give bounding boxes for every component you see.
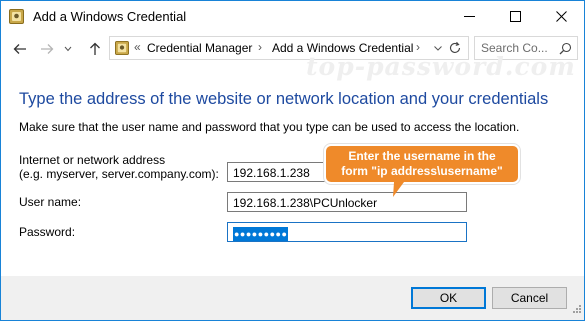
credential-manager-icon — [9, 9, 24, 24]
instruction-text: Make sure that the user name and passwor… — [19, 120, 520, 134]
up-button[interactable] — [85, 39, 105, 59]
password-label: Password: — [19, 225, 76, 239]
address-label-line2: (e.g. myserver, server.company.com): — [19, 167, 219, 181]
breadcrumb-overflow[interactable]: « — [134, 40, 141, 54]
callout-line1: Enter the username in the — [348, 149, 496, 163]
address-label-line1: Internet or network address — [19, 153, 166, 167]
callout-line2: form "ip address\username" — [341, 164, 503, 178]
resize-grip-icon[interactable] — [570, 304, 582, 316]
credential-dialog-window: Add a Windows Credential « Credential Ma… — [0, 0, 585, 321]
page-title: Type the address of the website or netwo… — [19, 90, 549, 108]
close-icon — [555, 11, 567, 22]
back-arrow-icon — [13, 44, 26, 54]
close-button[interactable] — [538, 1, 584, 32]
back-button[interactable] — [10, 39, 30, 59]
forward-button[interactable] — [37, 39, 57, 59]
maximize-button[interactable] — [492, 1, 538, 32]
window-title: Add a Windows Credential — [33, 9, 187, 24]
maximize-icon — [509, 11, 521, 22]
breadcrumb-credential-manager[interactable]: Credential Manager — [147, 41, 252, 55]
password-input[interactable]: ●●●●●●●●● — [227, 222, 467, 242]
recent-locations-button[interactable] — [62, 39, 74, 59]
cancel-button[interactable]: Cancel — [492, 287, 567, 309]
watermark-text: top-password.com — [306, 52, 576, 81]
annotation-callout: Enter the username in the form "ip addre… — [324, 144, 520, 184]
breadcrumb-separator[interactable]: › — [258, 40, 262, 54]
ok-button[interactable]: OK — [411, 287, 486, 309]
minimize-icon — [463, 16, 475, 17]
username-input[interactable]: 192.168.1.238\PCUnlocker — [227, 192, 467, 212]
minimize-button[interactable] — [446, 1, 492, 32]
chevron-down-icon — [64, 46, 72, 52]
password-masked-value: ●●●●●●●●● — [233, 227, 289, 241]
title-bar[interactable]: Add a Windows Credential — [1, 1, 584, 32]
callout-text: Enter the username in the form "ip addre… — [326, 149, 518, 179]
credential-manager-icon — [115, 41, 129, 55]
forward-arrow-icon — [41, 44, 54, 54]
up-arrow-icon — [90, 42, 100, 55]
dialog-footer: OK Cancel — [1, 276, 584, 320]
callout-pointer — [393, 182, 404, 197]
username-label: User name: — [19, 195, 82, 209]
